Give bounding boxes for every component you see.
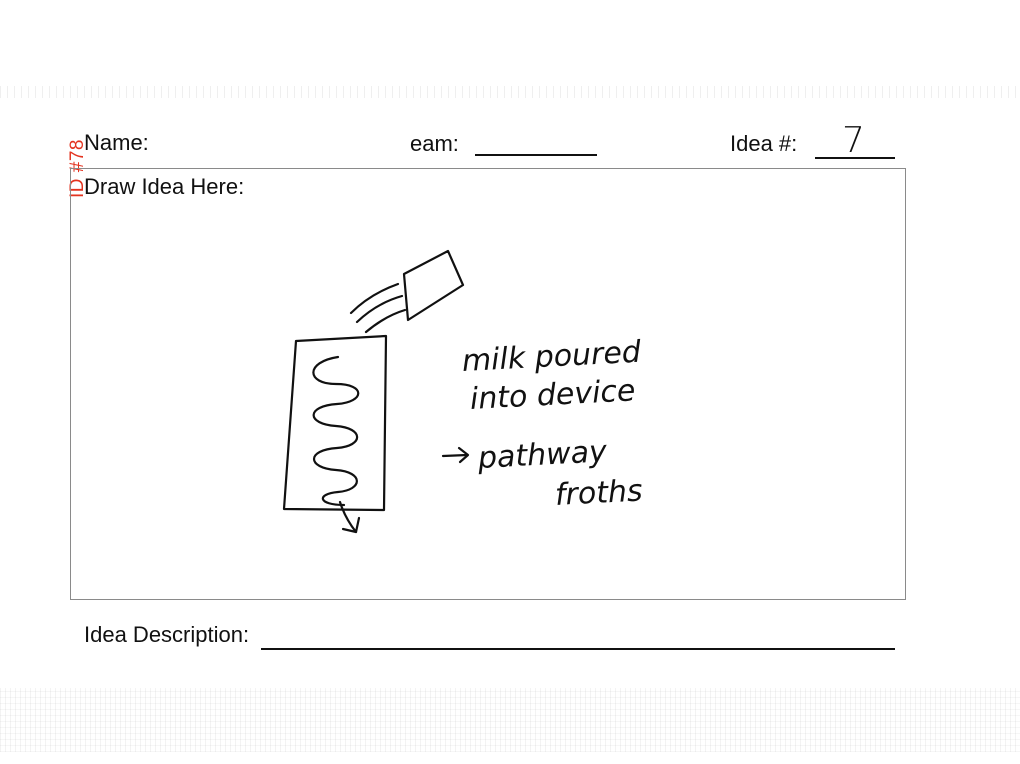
- sketch-spiral-pathway: [312, 355, 360, 507]
- sketch-carton: [402, 249, 465, 322]
- sketch-pour-line-2: [355, 294, 404, 324]
- idea-description-field-line: [261, 648, 895, 650]
- sketch-note-arrow: [441, 453, 469, 458]
- sketch-device-body: [282, 334, 388, 512]
- sketch-pour-line-3: [364, 308, 407, 334]
- sketch-note-line-4: froths: [554, 473, 644, 513]
- idea-form-page: ID #78 Name: eam: Idea #: 7 Draw Idea He…: [0, 0, 1020, 764]
- idea-description-label: Idea Description:: [84, 622, 250, 647]
- sketch-note-line-3: pathway: [477, 434, 608, 476]
- sketch-outlet-arrow: [338, 500, 358, 534]
